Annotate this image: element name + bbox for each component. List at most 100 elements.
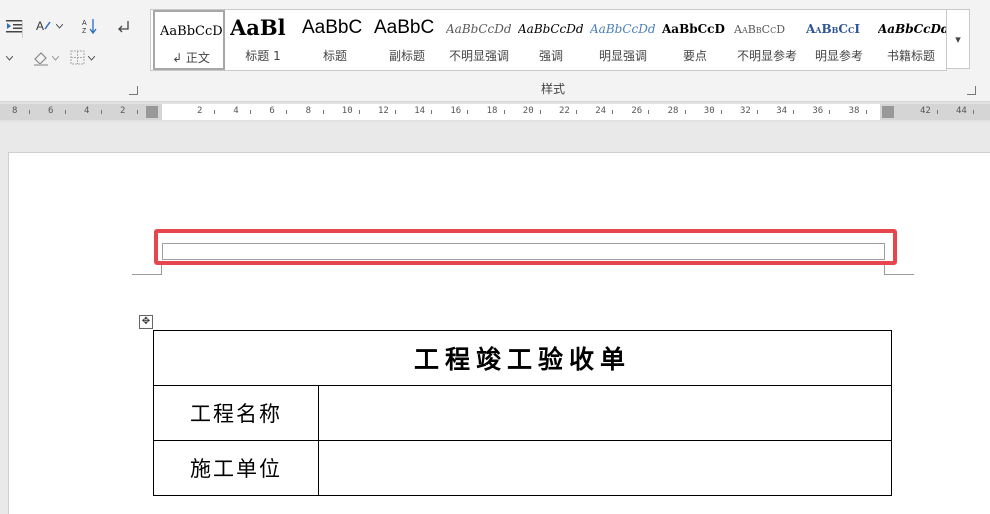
ruler-label: 14 xyxy=(414,106,426,116)
style-subtle-emphasis[interactable]: AaBbCcDd 不明显强调 xyxy=(443,10,515,70)
svg-text:A: A xyxy=(82,20,87,27)
ribbon-left-chevron[interactable] xyxy=(6,48,13,68)
style-label: 强调 xyxy=(538,49,563,63)
style-sample: AaBbC xyxy=(302,17,363,38)
ruler-tick xyxy=(322,110,324,114)
style-sample: AaBbC xyxy=(374,17,435,38)
table-title[interactable]: 工程竣工验收单 xyxy=(153,330,892,386)
right-indent-marker[interactable] xyxy=(882,106,894,118)
shading-button[interactable] xyxy=(32,48,59,68)
construction-unit-label[interactable]: 施工单位 xyxy=(153,440,319,496)
ruler-label: 10 xyxy=(341,106,353,116)
style-strong[interactable]: AaBbCcD 要点 xyxy=(659,10,731,70)
style-label: 要点 xyxy=(682,49,707,63)
change-case-button[interactable]: A xyxy=(36,16,63,36)
style-label: ↲ 正文 xyxy=(172,51,210,65)
table-move-handle[interactable]: ✥ xyxy=(139,315,153,329)
project-name-value[interactable] xyxy=(318,385,892,441)
ruler-tick xyxy=(539,110,541,114)
sort-icon: AZ xyxy=(82,19,97,34)
style-sample: AaBbCcDd xyxy=(590,22,656,36)
horizontal-ruler[interactable]: 8 6 4 2 2 4 6 8 10 12 14 16 18 20 22 24 26 28 30 32 34 36 38 42… xyxy=(0,102,990,122)
ruler-tick xyxy=(973,110,974,114)
acceptance-table: 工程竣工验收单 工程名称 施工单位 xyxy=(153,330,892,496)
ruler-tick xyxy=(576,110,577,114)
style-sample: AaBbCcDd xyxy=(160,24,225,39)
style-book-title[interactable]: AaBbCcDd 书籍标题 xyxy=(875,10,947,70)
styles-dialog-launcher[interactable] xyxy=(967,86,976,95)
ruler-tick xyxy=(29,110,30,114)
borders-button[interactable] xyxy=(70,48,95,68)
change-case-icon: A xyxy=(36,19,51,33)
style-sample: AaBbCcDd xyxy=(518,22,584,36)
table-title-row: 工程竣工验收单 xyxy=(153,330,892,386)
toolbar-separator xyxy=(22,20,23,38)
ruler-label: 6 xyxy=(269,106,275,116)
style-intense-reference[interactable]: AaBbCcI 明显参考 xyxy=(803,10,875,70)
style-sample: AaBbCcD xyxy=(734,23,786,36)
style-normal[interactable]: AaBbCcDd ↲ 正文 xyxy=(153,10,225,70)
style-intense-emphasis[interactable]: AaBbCcDd 明显强调 xyxy=(587,10,659,70)
ruler-label: 38 xyxy=(848,106,860,116)
ruler-tick xyxy=(101,110,102,114)
ruler-label: 32 xyxy=(740,106,751,116)
ruler-label: 42 xyxy=(920,106,931,116)
ruler-label: 2 xyxy=(197,106,203,116)
svg-text:A: A xyxy=(36,19,44,33)
paragraph-tools: A AZ xyxy=(0,8,140,88)
ruler-tick xyxy=(395,110,396,114)
ruler-label: 16 xyxy=(450,106,462,116)
table-row: 施工单位 xyxy=(153,440,892,496)
style-sample: AaBl xyxy=(230,15,286,39)
style-label: 不明显参考 xyxy=(736,49,797,63)
styles-group-label: 样式 xyxy=(541,82,566,96)
project-name-label[interactable]: 工程名称 xyxy=(153,385,319,441)
ruler-label: 8 xyxy=(305,106,312,116)
chevron-down-icon xyxy=(56,23,63,29)
ruler-tick xyxy=(214,110,215,114)
ruler-tick xyxy=(757,110,758,114)
ruler-label: 22 xyxy=(559,106,570,116)
style-title[interactable]: AaBbC 标题 xyxy=(299,10,371,70)
ruler-tick xyxy=(250,110,252,114)
style-label: 标题 1 xyxy=(245,49,281,63)
ruler-tick xyxy=(829,110,831,114)
sort-button[interactable]: AZ xyxy=(82,16,100,36)
ruler-label: 4 xyxy=(233,106,239,116)
left-indent-marker[interactable] xyxy=(146,106,158,118)
style-subtitle[interactable]: AaBbC 副标题 xyxy=(371,10,443,70)
ruler-tick xyxy=(137,110,138,114)
ruler-label: 18 xyxy=(486,106,498,116)
svg-text:Z: Z xyxy=(82,28,87,34)
ruler-label: 30 xyxy=(703,106,715,116)
ruler-tick xyxy=(865,110,867,114)
header-highlight-box xyxy=(154,229,897,265)
borders-icon xyxy=(70,50,85,65)
construction-unit-value[interactable] xyxy=(318,440,892,496)
show-marks-button[interactable] xyxy=(116,16,130,36)
style-label: 副标题 xyxy=(388,49,425,63)
style-sample: AaBbCcDd xyxy=(878,22,947,36)
ruler-tick xyxy=(286,110,288,114)
style-emphasis[interactable]: AaBbCcDd 强调 xyxy=(515,10,587,70)
ruler-label: 24 xyxy=(595,106,607,116)
chevron-down-icon xyxy=(6,55,13,61)
paragraph-dialog-launcher[interactable] xyxy=(129,86,138,95)
style-heading-1[interactable]: AaBl 标题 1 xyxy=(227,10,299,70)
style-subtle-reference[interactable]: AaBbCcD 不明显参考 xyxy=(731,10,803,70)
style-label: 不明显强调 xyxy=(448,49,509,63)
ruler-tick xyxy=(720,110,722,114)
ruler-label: 6 xyxy=(48,106,54,116)
more-arrow-icon: ▾ xyxy=(955,32,961,46)
ruler-label: 26 xyxy=(631,106,643,116)
ruler-label: 2 xyxy=(120,106,126,116)
ruler-tick xyxy=(65,110,66,114)
shading-icon xyxy=(34,52,48,66)
styles-more-button[interactable]: ▾ xyxy=(946,9,970,69)
ruler-tick xyxy=(648,110,650,114)
ruler-tick xyxy=(358,110,360,114)
style-label: 明显强调 xyxy=(598,49,647,63)
ruler-tick xyxy=(467,110,469,114)
style-sample: AaBbCcI xyxy=(806,22,860,36)
ruler-tick xyxy=(431,110,433,114)
